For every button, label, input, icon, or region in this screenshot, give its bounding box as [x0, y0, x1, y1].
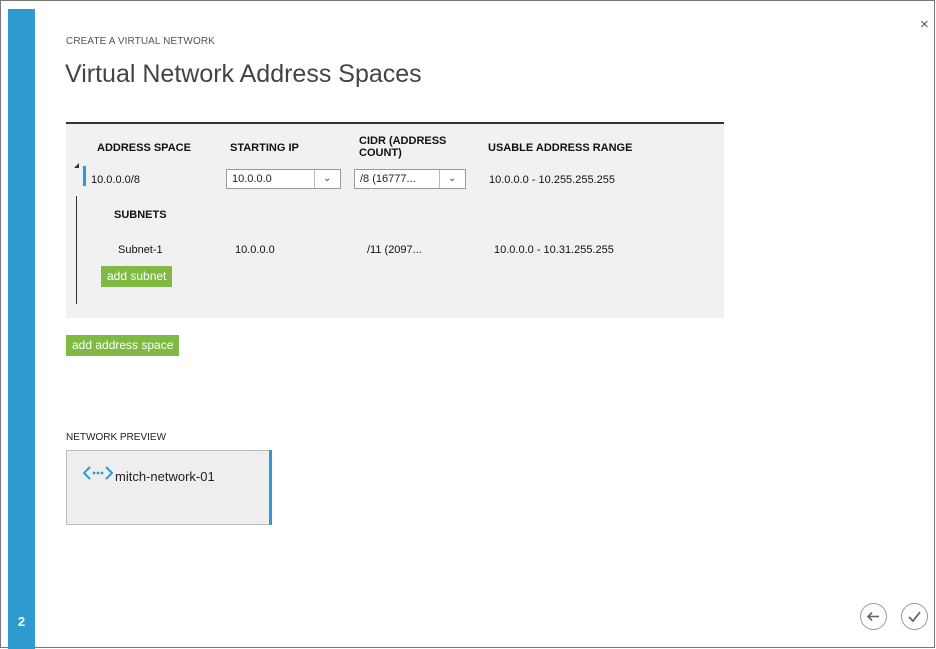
header-usable-range: USABLE ADDRESS RANGE	[488, 142, 633, 154]
header-cidr-line1: CIDR (ADDRESS	[359, 135, 447, 147]
wizard-frame	[0, 0, 935, 648]
header-cidr: CIDR (ADDRESS COUNT)	[359, 135, 446, 159]
subnet-tree-line	[76, 196, 77, 304]
close-icon[interactable]: ×	[920, 16, 929, 33]
header-starting-ip: STARTING IP	[230, 142, 299, 154]
header-cidr-line2: COUNT)	[359, 147, 402, 159]
subnet-starting-ip[interactable]: 10.0.0.0	[235, 244, 275, 256]
subnet-usable-range: 10.0.0.0 - 10.31.255.255	[494, 244, 614, 256]
step-number: 2	[17, 614, 26, 629]
add-subnet-button[interactable]: add subnet	[101, 266, 173, 287]
subnet-cidr[interactable]: /11 (2097...	[367, 244, 422, 256]
cidr-select[interactable]: /8 (16777... ⌄	[354, 169, 466, 189]
back-arrow-icon	[866, 611, 879, 622]
chevron-down-icon: ⌄	[323, 173, 332, 184]
header-address-space: ADDRESS SPACE	[97, 142, 191, 154]
preview-accent	[269, 450, 272, 525]
back-button[interactable]	[860, 603, 887, 630]
row-selection-marker	[83, 166, 86, 186]
address-space-value: 10.0.0.0/8	[91, 174, 140, 186]
starting-ip-select[interactable]: 10.0.0.0 ⌄	[226, 169, 341, 189]
cidr-value: /8 (16777...	[360, 173, 416, 185]
select-divider	[439, 170, 440, 188]
collapse-triangle-icon[interactable]	[74, 163, 79, 168]
starting-ip-value: 10.0.0.0	[232, 173, 272, 185]
step-sidebar: 2	[8, 9, 35, 649]
page-title: Virtual Network Address Spaces	[65, 60, 422, 88]
network-name: mitch-network-01	[115, 469, 215, 484]
network-preview-label: NETWORK PREVIEW	[66, 432, 167, 443]
select-divider	[314, 170, 315, 188]
usable-range-value: 10.0.0.0 - 10.255.255.255	[489, 174, 615, 186]
address-space-panel: ADDRESS SPACE STARTING IP CIDR (ADDRESS …	[66, 122, 724, 318]
complete-button[interactable]	[901, 603, 928, 630]
chevron-down-icon: ⌄	[448, 173, 457, 184]
subnet-name[interactable]: Subnet-1	[118, 244, 163, 256]
add-address-space-button[interactable]: add address space	[66, 335, 180, 356]
subnets-heading: SUBNETS	[114, 209, 167, 221]
checkmark-icon	[908, 611, 921, 623]
network-preview-card: mitch-network-01	[66, 450, 272, 525]
virtual-network-icon	[82, 465, 114, 486]
wizard-kicker: CREATE A VIRTUAL NETWORK	[66, 36, 215, 47]
